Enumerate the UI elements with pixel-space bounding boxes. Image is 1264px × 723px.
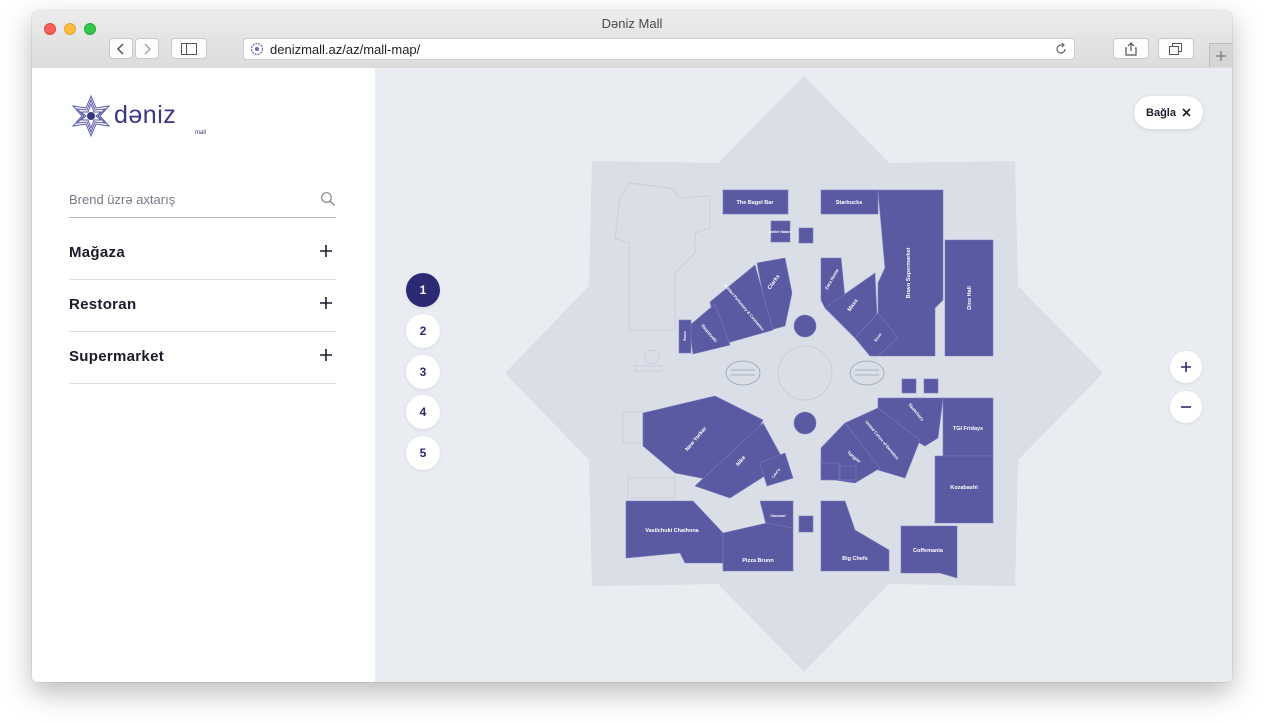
label-bravo-supermarket: Bravo Supermarket [906, 247, 912, 298]
category-magaza[interactable]: Mağaza [69, 228, 336, 280]
label-big-chefs: Big Chefs [842, 556, 868, 562]
category-label: Supermarket [69, 348, 165, 365]
zoom-in-button[interactable] [1170, 351, 1202, 383]
chevron-right-icon [144, 42, 152, 55]
sidebar-icon [181, 42, 197, 55]
floor-button-1[interactable]: 1 [406, 273, 440, 307]
category-label: Mağaza [69, 244, 125, 261]
tabs-icon [1169, 42, 1182, 55]
store-small-kiosk-c[interactable] [839, 465, 857, 481]
logo-subtext: mall [195, 130, 207, 136]
label-carousel: Carousel [771, 514, 786, 518]
label-vasilchuki-chaihona: Vasilchuki Chaihona [645, 528, 699, 534]
floor-button-4[interactable]: 4 [406, 395, 440, 429]
zoom-out-icon [1181, 406, 1191, 408]
logo-wordmark: dəniz [114, 101, 177, 129]
category-restoran[interactable]: Restoran [69, 280, 336, 332]
title-bar: Dəniz Mall denizmall.az/az/mall-map/ [32, 11, 1232, 69]
label-dine-hall: Dine Hall [967, 286, 973, 310]
category-supermarket[interactable]: Supermarket [69, 332, 336, 384]
label-atelier-nature: Ateliér Naturé [769, 230, 792, 234]
zoom-out-button[interactable] [1170, 391, 1202, 423]
plus-icon[interactable] [319, 348, 333, 362]
chevron-left-icon [116, 42, 124, 55]
address-bar[interactable]: denizmall.az/az/mall-map/ [243, 38, 1075, 60]
search-icon[interactable] [320, 191, 336, 207]
floor-plan[interactable]: The Bagel Bar Starbucks Ateliér Naturé B… [375, 68, 1232, 682]
close-map-button[interactable]: Bağla [1134, 96, 1203, 129]
logo[interactable]: dəniz mall [69, 94, 206, 140]
browser-window: Dəniz Mall denizmall.az/az/mall-map/ dən… [32, 11, 1232, 682]
close-icon [1182, 108, 1191, 117]
reload-icon[interactable] [1054, 42, 1068, 56]
atrium-south[interactable] [793, 411, 817, 435]
category-label: Restoran [69, 296, 137, 313]
label-pizza-brunn: Pizza Brunn [742, 558, 774, 564]
sidebar: dəniz mall Brend üzrə axtarış Mağaza Res… [32, 68, 375, 682]
label-tgi-fridays: TGI Fridays [953, 426, 983, 432]
back-button[interactable] [109, 38, 133, 59]
search-input[interactable]: Brend üzrə axtarış [69, 192, 175, 207]
store-small-kiosk-a[interactable] [798, 227, 814, 244]
logo-mark-icon [71, 94, 111, 138]
site-favicon-icon [250, 42, 264, 56]
floor-button-2[interactable]: 2 [406, 314, 440, 348]
store-small-kiosk-b[interactable] [820, 462, 840, 481]
tabs-overview-button[interactable] [1158, 38, 1194, 59]
label-coffemania: Coffemania [913, 548, 944, 554]
store-small-kiosk-f[interactable] [923, 378, 939, 394]
label-starbucks: Starbucks [836, 200, 863, 206]
label-ecco-left: Ecco [682, 331, 687, 341]
close-map-label: Bağla [1146, 106, 1176, 119]
new-tab-button[interactable] [1209, 43, 1232, 67]
store-small-kiosk-d[interactable] [798, 515, 814, 533]
map-star-shape [505, 76, 1103, 672]
share-icon [1125, 41, 1137, 56]
mall-map[interactable]: The Bagel Bar Starbucks Ateliér Naturé B… [375, 68, 1232, 682]
url-text: denizmall.az/az/mall-map/ [270, 42, 421, 57]
floor-button-3[interactable]: 3 [406, 355, 440, 389]
search-box[interactable]: Brend üzrə axtarış [69, 184, 336, 218]
plus-icon[interactable] [319, 244, 333, 258]
plus-icon [1216, 50, 1226, 61]
floor-button-5[interactable]: 5 [406, 436, 440, 470]
label-kozabashi: Kozabashi [950, 485, 978, 491]
forward-button[interactable] [135, 38, 159, 59]
zoom-in-icon [1181, 362, 1191, 372]
sidebar-toggle-button[interactable] [171, 38, 207, 59]
window-title: Dəniz Mall [601, 16, 663, 31]
atrium-north[interactable] [793, 314, 817, 338]
share-button[interactable] [1113, 38, 1149, 59]
plus-icon[interactable] [319, 296, 333, 310]
label-the-bagel-bar: The Bagel Bar [737, 200, 775, 206]
store-small-kiosk-e[interactable] [901, 378, 917, 394]
